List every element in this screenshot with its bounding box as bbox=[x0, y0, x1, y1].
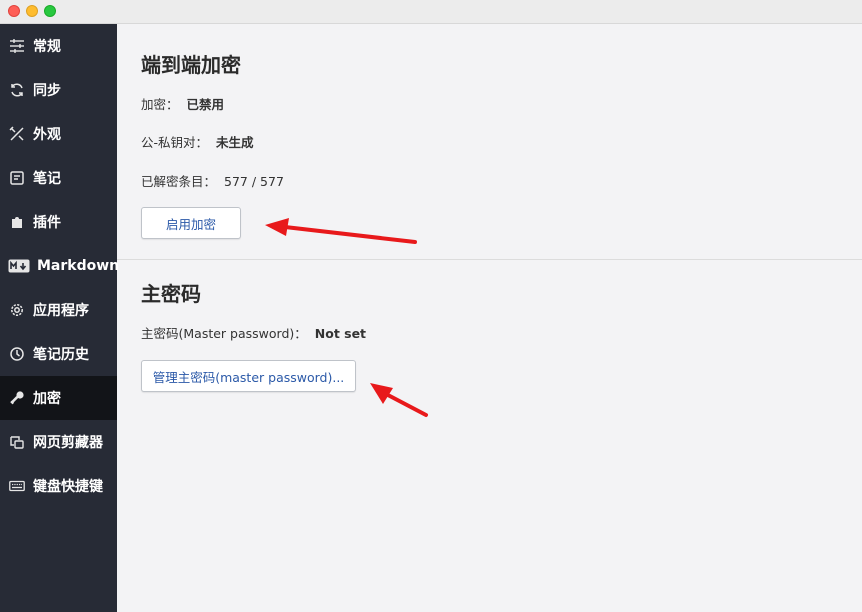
master-password-label: 主密码(Master password)： bbox=[141, 326, 307, 341]
gear-icon bbox=[8, 301, 26, 319]
sidebar-item-note[interactable]: 笔记 bbox=[0, 156, 117, 200]
window-titlebar bbox=[0, 0, 862, 24]
brush-icon bbox=[8, 125, 26, 143]
sidebar-item-label: 网页剪藏器 bbox=[33, 435, 103, 451]
keypair-status-row: 公-私钥对： 未生成 bbox=[141, 132, 254, 151]
sidebar-item-label: Markdown bbox=[37, 258, 120, 274]
sidebar-item-sync[interactable]: 同步 bbox=[0, 68, 117, 112]
sidebar-item-label: 外观 bbox=[33, 127, 61, 143]
sidebar-item-general[interactable]: 常规 bbox=[0, 24, 117, 68]
sidebar-item-label: 常规 bbox=[33, 39, 61, 55]
sidebar-item-label: 加密 bbox=[33, 391, 61, 407]
sidebar-item-label: 同步 bbox=[33, 83, 61, 99]
keypair-label: 公-私钥对： bbox=[141, 135, 209, 150]
decrypted-value: 577 / 577 bbox=[224, 174, 284, 189]
sidebar-item-web-clipper[interactable]: 网页剪藏器 bbox=[0, 420, 117, 464]
sidebar-item-label: 键盘快捷键 bbox=[33, 479, 103, 495]
sidebar-item-label: 应用程序 bbox=[33, 303, 89, 319]
sidebar-item-plugins[interactable]: 插件 bbox=[0, 200, 117, 244]
e2ee-section-title: 端到端加密 bbox=[141, 53, 241, 77]
sidebar-item-keyboard-shortcuts[interactable]: 键盘快捷键 bbox=[0, 464, 117, 508]
minimize-window-button[interactable] bbox=[26, 5, 38, 17]
settings-content: 端到端加密 加密： 已禁用 公-私钥对： 未生成 已解密条目： 577 / 577 启… bbox=[117, 24, 862, 612]
master-password-section-title: 主密码 bbox=[141, 282, 201, 306]
sidebar-item-encryption[interactable]: 加密 bbox=[0, 376, 117, 420]
note-icon bbox=[8, 169, 26, 187]
puzzle-icon bbox=[8, 213, 26, 231]
settings-sidebar: 常规 同步 外观 笔记 插件 Markdown 应用程序 笔记历史 加密 网页剪… bbox=[0, 24, 120, 612]
markdown-icon bbox=[8, 257, 30, 275]
sidebar-item-application[interactable]: 应用程序 bbox=[0, 288, 117, 332]
encryption-label: 加密： bbox=[141, 97, 179, 112]
master-password-row: 主密码(Master password)： Not set bbox=[141, 323, 366, 342]
enable-encryption-button[interactable]: 启用加密 bbox=[141, 207, 241, 239]
sidebar-item-label: 笔记历史 bbox=[33, 347, 89, 363]
master-password-value: Not set bbox=[314, 326, 367, 341]
sidebar-item-label: 插件 bbox=[33, 215, 61, 231]
sync-icon bbox=[8, 81, 26, 99]
sliders-icon bbox=[8, 37, 26, 55]
manage-master-password-button[interactable]: 管理主密码(master password)... bbox=[141, 360, 356, 392]
sidebar-item-markdown[interactable]: Markdown bbox=[0, 244, 120, 288]
zoom-window-button[interactable] bbox=[44, 5, 56, 17]
sidebar-item-note-history[interactable]: 笔记历史 bbox=[0, 332, 117, 376]
decrypted-items-row: 已解密条目： 577 / 577 bbox=[141, 171, 284, 190]
section-divider bbox=[117, 259, 862, 260]
encryption-status-row: 加密： 已禁用 bbox=[141, 94, 224, 113]
keypair-value: 未生成 bbox=[216, 135, 254, 150]
clipper-icon bbox=[8, 433, 26, 451]
keyboard-icon bbox=[8, 477, 26, 495]
decrypted-label: 已解密条目： bbox=[141, 174, 217, 189]
sidebar-item-label: 笔记 bbox=[33, 171, 61, 187]
encryption-value: 已禁用 bbox=[186, 97, 225, 112]
sidebar-item-appearance[interactable]: 外观 bbox=[0, 112, 117, 156]
key-icon bbox=[8, 389, 26, 407]
close-window-button[interactable] bbox=[8, 5, 20, 17]
history-icon bbox=[8, 345, 26, 363]
